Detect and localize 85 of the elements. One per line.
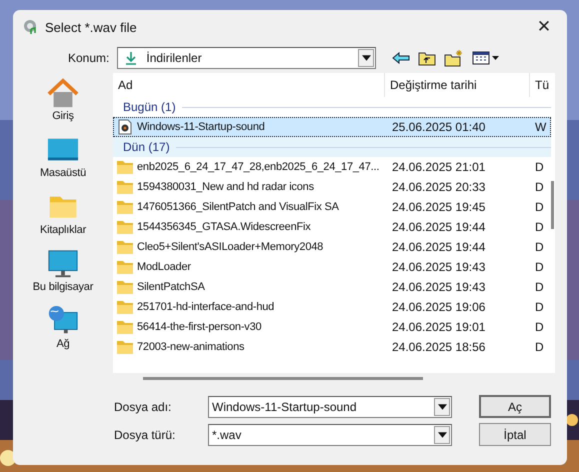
type-cell-text: D xyxy=(534,300,545,314)
type-cell-text: D xyxy=(534,200,545,214)
column-header[interactable]: Değiştirme tarihi xyxy=(385,73,530,97)
file-name: ModLoader xyxy=(137,261,191,273)
column-header[interactable]: Ad xyxy=(113,73,385,97)
date-cell-text: 24.06.2025 21:01 xyxy=(391,160,486,174)
date-cell-text: 25.06.2025 01:40 xyxy=(391,120,486,134)
group-header[interactable]: Bugün (1) xyxy=(113,97,551,117)
folder-icon xyxy=(117,259,133,275)
file-row[interactable]: 1544356345_GTASA.WidescreenFix 24.06.2025 19:44 D xyxy=(113,217,551,237)
date-cell-text: 24.06.2025 20:33 xyxy=(391,180,486,194)
file-name: 56414-the-first-person-v30 xyxy=(137,321,262,333)
folder-icon xyxy=(117,339,133,355)
folder-icon xyxy=(117,319,133,335)
file-name: 1594380031_New and hd radar icons xyxy=(137,181,314,193)
folder-icon xyxy=(117,159,133,175)
type-cell-text: D xyxy=(534,320,545,334)
file-row[interactable]: enb2025_6_24_17_47_28,enb2025_6_24_17_47... 24.06.2025 21:01 D xyxy=(113,157,551,177)
place-item[interactable]: Kitaplıklar xyxy=(40,191,86,248)
type-cell-text: D xyxy=(534,160,545,174)
back-arrow-icon[interactable] xyxy=(392,51,410,65)
file-row[interactable]: 251701-hd-interface-and-hud 24.06.2025 19:06 D xyxy=(113,297,551,317)
file-name: 251701-hd-interface-and-hud xyxy=(137,301,274,313)
dialog-button[interactable]: Aç xyxy=(479,395,551,418)
new-folder-icon[interactable] xyxy=(444,49,464,67)
type-cell-text: D xyxy=(534,220,545,234)
date-cell-text: 24.06.2025 19:01 xyxy=(391,320,486,334)
file-name: SilentPatchSA xyxy=(137,281,205,293)
file-row[interactable]: Windows-11-Startup-sound 25.06.2025 01:40 W xyxy=(113,117,551,137)
date-cell-text: 24.06.2025 19:43 xyxy=(391,260,486,274)
audio-file-icon xyxy=(117,119,133,135)
view-menu-icon[interactable] xyxy=(472,50,500,66)
filetype-dropdown[interactable]: *.wav xyxy=(208,424,452,446)
download-icon xyxy=(124,51,138,65)
column-header[interactable]: Tü xyxy=(530,73,551,97)
place-item[interactable]: Bu bilgisayar xyxy=(32,248,94,305)
folder-icon xyxy=(117,179,133,195)
file-name: enb2025_6_24_17_47_28,enb2025_6_24_17_47... xyxy=(137,161,380,173)
date-cell-text: 24.06.2025 19:44 xyxy=(391,220,486,234)
location-label: Konum: xyxy=(68,51,110,65)
folder-icon xyxy=(117,219,133,235)
file-row[interactable]: 1476051366_SilentPatch and VisualFix SA 24.06.2025 19:45 D xyxy=(113,197,551,217)
file-name: Cleo5+Silent'sASILoader+Memory2048 xyxy=(137,241,324,253)
file-name: Windows-11-Startup-sound xyxy=(137,121,265,133)
type-cell-text: D xyxy=(534,280,545,294)
filename-field[interactable]: Windows-11-Startup-sound xyxy=(208,396,452,418)
scrollbar-thumb[interactable] xyxy=(551,181,554,229)
file-name: 1476051366_SilentPatch and VisualFix SA xyxy=(137,201,339,213)
date-cell-text: 24.06.2025 19:06 xyxy=(391,300,486,314)
folder-icon xyxy=(117,299,133,315)
folder-icon xyxy=(117,279,133,295)
dialog-button[interactable]: İptal xyxy=(479,423,551,446)
file-row[interactable]: 1594380031_New and hd radar icons 24.06.2025 20:33 D xyxy=(113,177,551,197)
house-icon xyxy=(47,77,79,109)
date-cell-text: 24.06.2025 19:44 xyxy=(391,240,486,254)
place-item[interactable]: Giriş xyxy=(47,77,79,134)
field-label: Dosya adı: xyxy=(114,400,172,414)
date-cell-text: 24.06.2025 18:56 xyxy=(391,340,486,354)
folder-icon xyxy=(117,199,133,215)
field-label: Dosya türü: xyxy=(114,428,176,442)
file-row[interactable]: ModLoader 24.06.2025 19:43 D xyxy=(113,257,551,277)
window-title: Select *.wav file xyxy=(45,20,138,34)
location-dropdown[interactable]: İndirilenler xyxy=(117,47,376,69)
place-item[interactable]: Ağ xyxy=(47,305,79,362)
file-row[interactable]: Cleo5+Silent'sASILoader+Memory2048 24.06.2025 19:44 D xyxy=(113,237,551,257)
computer-icon xyxy=(46,248,79,280)
folder-icon xyxy=(117,239,133,255)
file-row[interactable]: 72003-new-animations 24.06.2025 18:56 D xyxy=(113,337,551,357)
file-row[interactable]: 56414-the-first-person-v30 24.06.2025 19:01 D xyxy=(113,317,551,337)
file-row[interactable]: SilentPatchSA 24.06.2025 19:43 D xyxy=(113,277,551,297)
up-folder-icon[interactable] xyxy=(418,50,436,66)
file-name: 1544356345_GTASA.WidescreenFix xyxy=(137,221,311,233)
group-header[interactable]: Dün (17) xyxy=(113,137,551,157)
date-cell-text: 24.06.2025 19:45 xyxy=(391,200,486,214)
place-item[interactable]: Masaüstü xyxy=(40,134,86,191)
type-cell-text: D xyxy=(534,180,545,194)
close-button[interactable]: ✕ xyxy=(521,10,567,44)
file-name: 72003-new-animations xyxy=(137,341,244,353)
type-cell-text: W xyxy=(534,120,548,134)
scrollbar-thumb[interactable] xyxy=(143,377,423,380)
date-cell-text: 24.06.2025 19:43 xyxy=(391,280,486,294)
type-cell-text: D xyxy=(534,340,545,354)
type-cell-text: D xyxy=(534,260,545,274)
type-cell-text: D xyxy=(534,240,545,254)
speaker-icon xyxy=(22,19,38,35)
